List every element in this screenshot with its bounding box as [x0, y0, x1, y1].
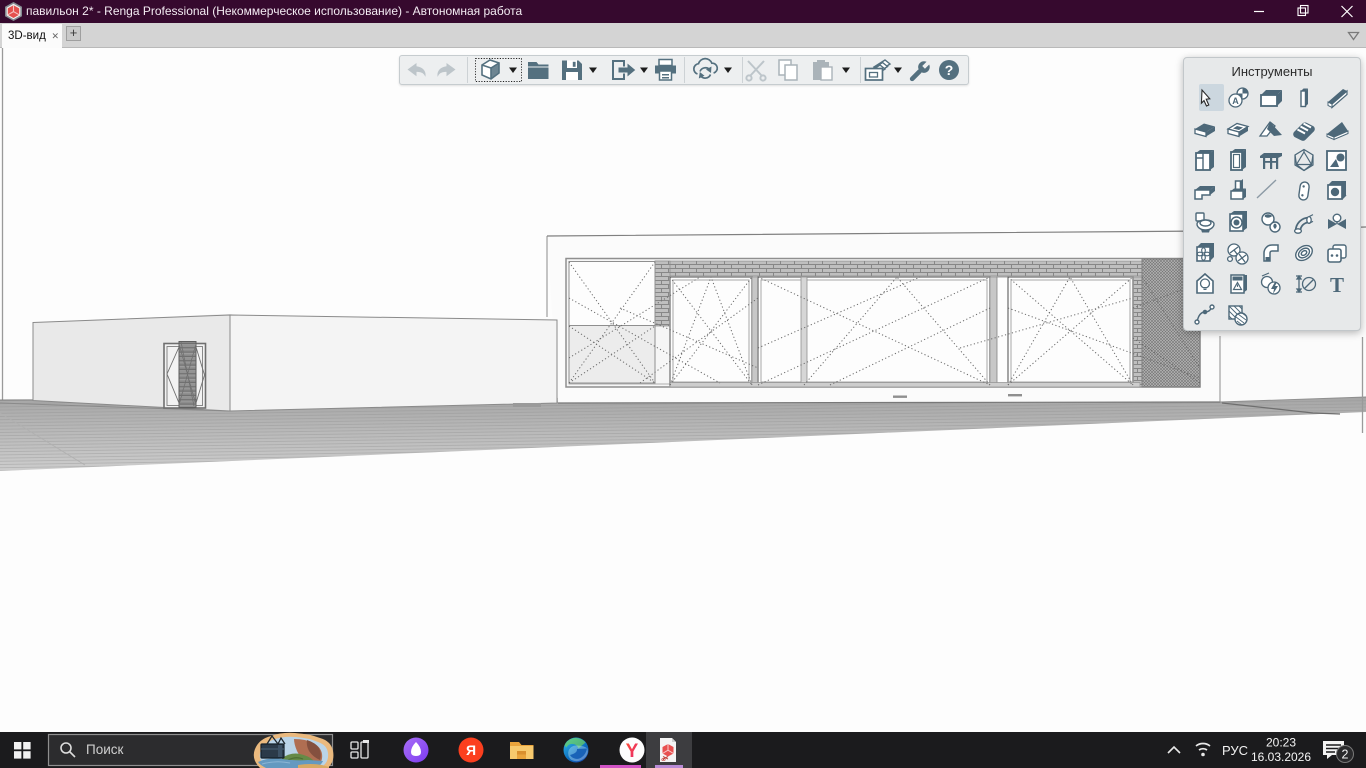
svg-text:A: A	[1232, 96, 1239, 106]
svg-text:Я: Я	[466, 742, 476, 758]
svg-text:РУС: РУС	[1222, 743, 1248, 758]
svg-text:16.03.2026: 16.03.2026	[1251, 750, 1311, 764]
svg-text:Y: Y	[626, 741, 639, 762]
svg-text:20:23: 20:23	[1266, 736, 1296, 750]
svg-text:T: T	[1330, 273, 1344, 297]
svg-text:Поиск: Поиск	[86, 742, 124, 757]
svg-text:?: ?	[945, 62, 954, 78]
svg-text:2: 2	[1342, 748, 1349, 762]
